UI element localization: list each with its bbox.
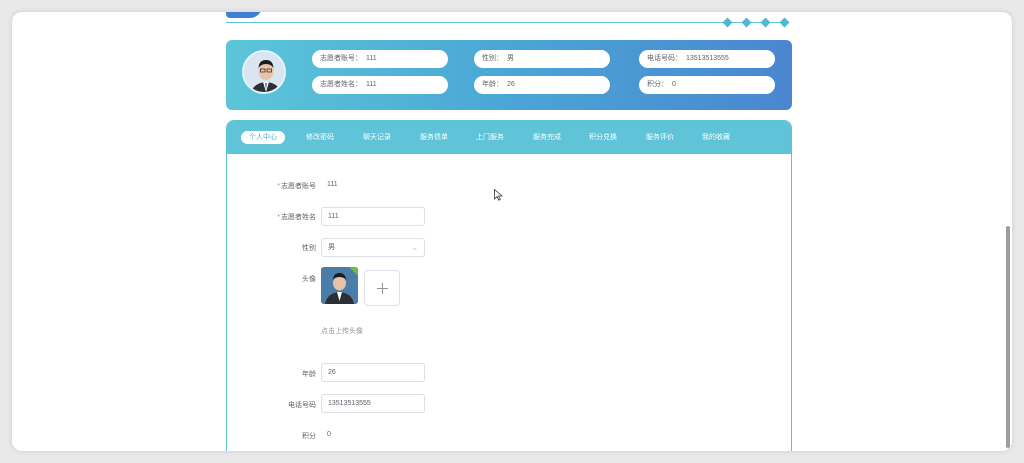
profile-account-value: 111 bbox=[366, 55, 377, 62]
profile-points-pill: 积分： 0 bbox=[639, 76, 775, 94]
diamond-ornament-icon bbox=[760, 17, 771, 28]
phone-input[interactable]: 13513513555 bbox=[321, 394, 425, 413]
diamond-ornament-icon bbox=[741, 17, 752, 28]
person-photo-icon bbox=[321, 267, 358, 304]
profile-account-label: 志愿者账号： bbox=[320, 55, 362, 62]
points-value: 0 bbox=[327, 431, 331, 438]
tab-bar: 个人中心 修改密码 聊天记录 服务债单 上门服务 服务完成 积分兑换 服务评价 … bbox=[227, 121, 791, 154]
decorative-divider bbox=[226, 22, 782, 23]
profile-name-label: 志愿者姓名： bbox=[320, 81, 362, 88]
profile-gender-label: 性别： bbox=[482, 55, 503, 62]
account-label-text: 志愿者账号 bbox=[281, 183, 316, 190]
profile-age-value: 26 bbox=[507, 81, 515, 88]
profile-gender-value: 男 bbox=[507, 55, 514, 62]
avatar-label: 头像 bbox=[302, 276, 316, 283]
section-header-badge bbox=[226, 12, 262, 18]
tab-service-complete[interactable]: 服务完成 bbox=[533, 131, 561, 144]
phone-label: 电话号码 bbox=[288, 402, 316, 409]
profile-points-value: 0 bbox=[672, 81, 676, 88]
profile-name-value: 111 bbox=[366, 81, 377, 88]
tab-home-service[interactable]: 上门服务 bbox=[476, 131, 504, 144]
profile-age-label: 年龄： bbox=[482, 81, 503, 88]
diamond-ornament-icon bbox=[779, 17, 790, 28]
avatar bbox=[242, 50, 286, 94]
personal-center-card: 个人中心 修改密码 聊天记录 服务债单 上门服务 服务完成 积分兑换 服务评价 … bbox=[226, 120, 792, 451]
profile-name-pill: 志愿者姓名： 111 bbox=[312, 76, 448, 94]
gender-select-value: 男 bbox=[328, 244, 335, 251]
account-value: 111 bbox=[327, 181, 338, 188]
gender-select[interactable]: 男 ⌄ bbox=[321, 238, 425, 257]
account-label: *志愿者账号 bbox=[277, 181, 316, 191]
profile-gender-pill: 性别： 男 bbox=[474, 50, 610, 68]
name-input[interactable]: 111 bbox=[321, 207, 425, 226]
profile-points-label: 积分： bbox=[647, 81, 668, 88]
avatar-upload-button[interactable] bbox=[364, 270, 400, 306]
tab-personal-center[interactable]: 个人中心 bbox=[241, 131, 285, 144]
profile-age-pill: 年龄： 26 bbox=[474, 76, 610, 94]
tab-service-review[interactable]: 服务评价 bbox=[646, 131, 674, 144]
upload-hint: 点击上传头像 bbox=[321, 328, 363, 335]
profile-phone-label: 电话号码： bbox=[647, 55, 682, 62]
profile-phone-pill: 电话号码： 13513513555 bbox=[639, 50, 775, 68]
name-label-text: 志愿者姓名 bbox=[281, 214, 316, 221]
page-scrollbar[interactable] bbox=[1006, 226, 1010, 448]
points-label: 积分 bbox=[302, 433, 316, 440]
age-input[interactable]: 26 bbox=[321, 363, 425, 382]
plus-icon bbox=[382, 283, 383, 294]
name-label: *志愿者姓名 bbox=[277, 212, 316, 222]
tab-chat-history[interactable]: 聊天记录 bbox=[363, 131, 391, 144]
age-label: 年龄 bbox=[302, 371, 316, 378]
required-mark: * bbox=[277, 183, 280, 190]
chevron-down-icon: ⌄ bbox=[411, 243, 418, 252]
person-avatar-icon bbox=[244, 52, 284, 92]
avatar-preview[interactable] bbox=[321, 267, 358, 304]
profile-account-pill: 志愿者账号： 111 bbox=[312, 50, 448, 68]
gender-label: 性别 bbox=[302, 245, 316, 252]
tab-change-password[interactable]: 修改密码 bbox=[306, 131, 334, 144]
tab-service-orders[interactable]: 服务债单 bbox=[420, 131, 448, 144]
profile-banner: 志愿者账号： 111 性别： 男 电话号码： 13513513555 志愿者姓名： 11… bbox=[226, 40, 792, 110]
tab-my-favorites[interactable]: 我的收藏 bbox=[702, 131, 730, 144]
diamond-ornament-icon bbox=[722, 17, 733, 28]
profile-phone-value: 13513513555 bbox=[686, 55, 729, 62]
tab-points-exchange[interactable]: 积分兑换 bbox=[589, 131, 617, 144]
required-mark: * bbox=[277, 214, 280, 221]
browser-window: 志愿者账号： 111 性别： 男 电话号码： 13513513555 志愿者姓名： 11… bbox=[12, 12, 1012, 451]
